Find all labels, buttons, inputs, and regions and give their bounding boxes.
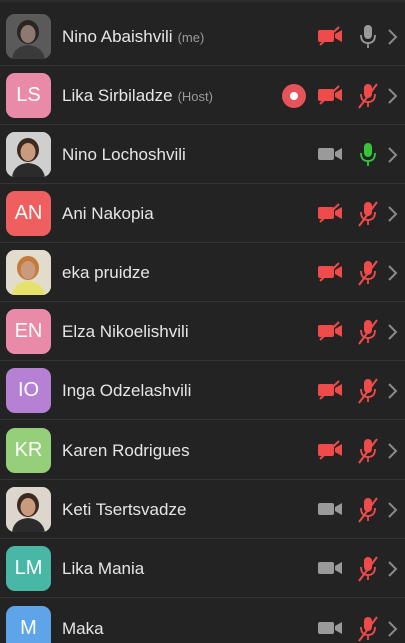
avatar-photo bbox=[6, 250, 51, 295]
video-camera-icon[interactable] bbox=[317, 144, 343, 169]
participant-name: Nino Lochoshvili bbox=[62, 145, 186, 164]
avatar: LS bbox=[6, 73, 51, 118]
participant-row[interactable]: eka pruidze bbox=[0, 244, 405, 302]
top-divider bbox=[0, 0, 405, 2]
chevron-right-icon[interactable] bbox=[387, 323, 399, 346]
participant-name-group: Keti Tsertsvadze bbox=[62, 481, 186, 539]
mic-muted-icon[interactable] bbox=[357, 616, 379, 643]
avatar-photo bbox=[6, 132, 51, 177]
avatar: AN bbox=[6, 191, 51, 236]
avatar: LM bbox=[6, 546, 51, 591]
video-camera-icon[interactable] bbox=[317, 618, 343, 643]
mic-muted-icon[interactable] bbox=[357, 438, 379, 469]
participant-row[interactable]: Keti Tsertsvadze bbox=[0, 481, 405, 539]
participants-list: Nino Abaishvili (me) LS Lika Sirbiladze (Hos… bbox=[0, 0, 405, 643]
video-camera-icon[interactable] bbox=[317, 558, 343, 583]
chevron-right-icon[interactable] bbox=[387, 87, 399, 110]
avatar: KR bbox=[6, 428, 51, 473]
participant-row[interactable]: M Maka bbox=[0, 600, 405, 643]
avatar: EN bbox=[6, 309, 51, 354]
participant-name-group: Elza Nikoelishvili bbox=[62, 303, 189, 361]
participant-name: Lika Mania bbox=[62, 559, 145, 578]
participant-name-group: Nino Lochoshvili bbox=[62, 126, 186, 184]
video-off-icon[interactable] bbox=[317, 85, 343, 110]
participant-name: Elza Nikoelishvili bbox=[62, 322, 189, 341]
video-off-icon[interactable] bbox=[317, 262, 343, 287]
participant-name-group: Ani Nakopia bbox=[62, 185, 154, 243]
record-dot-icon bbox=[282, 84, 306, 108]
avatar: IO bbox=[6, 368, 51, 413]
participant-name: Karen Rodrigues bbox=[62, 441, 190, 460]
chevron-right-icon[interactable] bbox=[387, 146, 399, 169]
chevron-right-icon[interactable] bbox=[387, 382, 399, 405]
mic-muted-icon[interactable] bbox=[357, 378, 379, 409]
chevron-right-icon[interactable] bbox=[387, 442, 399, 465]
participant-role-tag: (Host) bbox=[177, 88, 213, 104]
participant-name-group: Maka bbox=[62, 600, 104, 643]
avatar-photo bbox=[6, 14, 51, 59]
video-off-icon[interactable] bbox=[317, 26, 343, 51]
chevron-right-icon[interactable] bbox=[387, 28, 399, 51]
mic-muted-icon[interactable] bbox=[357, 497, 379, 528]
participant-row[interactable]: LS Lika Sirbiladze (Host) bbox=[0, 67, 405, 125]
video-off-icon[interactable] bbox=[317, 380, 343, 405]
mic-muted-icon[interactable] bbox=[357, 201, 379, 232]
participant-row[interactable]: IO Inga Odzelashvili bbox=[0, 362, 405, 420]
participant-name: Lika Sirbiladze bbox=[62, 86, 173, 105]
participant-name-group: Lika Sirbiladze (Host) bbox=[62, 67, 213, 125]
participant-row[interactable]: AN Ani Nakopia bbox=[0, 185, 405, 243]
chevron-right-icon[interactable] bbox=[387, 205, 399, 228]
participant-name-group: Nino Abaishvili (me) bbox=[62, 8, 204, 66]
video-off-icon[interactable] bbox=[317, 321, 343, 346]
video-off-icon[interactable] bbox=[317, 203, 343, 228]
mic-muted-icon[interactable] bbox=[357, 319, 379, 350]
participant-name: Ani Nakopia bbox=[62, 204, 154, 223]
microphone-icon[interactable] bbox=[357, 24, 379, 55]
chevron-right-icon[interactable] bbox=[387, 620, 399, 643]
participant-name-group: eka pruidze bbox=[62, 244, 150, 302]
video-off-icon[interactable] bbox=[317, 440, 343, 465]
avatar-photo bbox=[6, 487, 51, 532]
participant-name: eka pruidze bbox=[62, 263, 150, 282]
participant-name: Nino Abaishvili bbox=[62, 27, 173, 46]
participant-name: Inga Odzelashvili bbox=[62, 381, 192, 400]
participant-row[interactable]: KR Karen Rodrigues bbox=[0, 422, 405, 480]
participant-row[interactable]: Nino Lochoshvili bbox=[0, 126, 405, 184]
participant-row[interactable]: LM Lika Mania bbox=[0, 540, 405, 598]
participant-name-group: Lika Mania bbox=[62, 540, 144, 598]
participant-name-group: Inga Odzelashvili bbox=[62, 362, 191, 420]
mic-muted-icon[interactable] bbox=[357, 556, 379, 587]
participant-name: Maka bbox=[62, 619, 104, 638]
mic-muted-icon[interactable] bbox=[357, 83, 379, 114]
video-camera-icon[interactable] bbox=[317, 499, 343, 524]
participant-name-group: Karen Rodrigues bbox=[62, 422, 190, 480]
participant-row[interactable]: EN Elza Nikoelishvili bbox=[0, 303, 405, 361]
microphone-icon[interactable] bbox=[357, 142, 379, 173]
chevron-right-icon[interactable] bbox=[387, 501, 399, 524]
mic-muted-icon[interactable] bbox=[357, 260, 379, 291]
participant-row[interactable]: Nino Abaishvili (me) bbox=[0, 8, 405, 66]
participant-role-tag: (me) bbox=[177, 29, 205, 45]
avatar: M bbox=[6, 606, 51, 643]
participant-name: Keti Tsertsvadze bbox=[62, 500, 187, 519]
chevron-right-icon[interactable] bbox=[387, 560, 399, 583]
chevron-right-icon[interactable] bbox=[387, 264, 399, 287]
